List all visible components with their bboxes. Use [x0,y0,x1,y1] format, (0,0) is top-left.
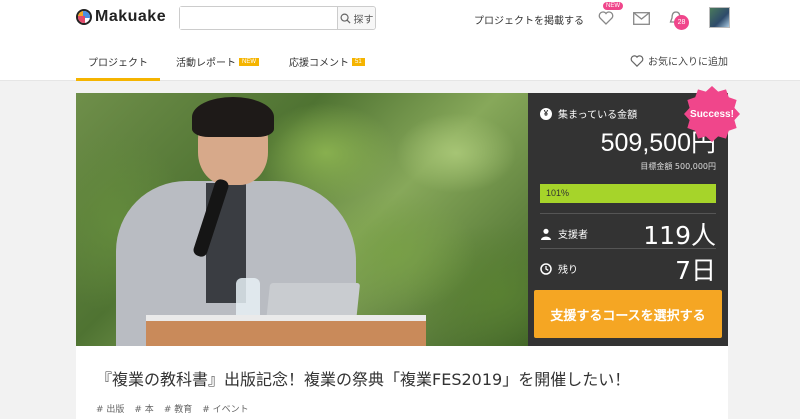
supporters-label: 支援者 [558,230,588,241]
notification-count-badge: 28 [674,15,689,30]
tag-link[interactable]: # 教育 [164,402,192,415]
select-course-button[interactable]: 支援するコースを選択する [534,290,722,338]
search-icon [340,13,351,24]
search-box: 探す [179,6,376,30]
tab-activity-report-new-tag: NEW [239,57,259,66]
tag-link[interactable]: # 本 [134,402,153,415]
yen-icon: ¥ [540,107,552,120]
raised-label-row: ¥ 集まっている金額 [540,106,637,121]
wishlist-new-badge: NEW [603,2,623,10]
heart-outline-icon [630,54,644,67]
clock-icon [540,262,552,275]
logo-text: Makuake [95,8,167,25]
supporters-count: 119人 [643,221,716,250]
project-main-image[interactable] [76,93,528,346]
search-button[interactable]: 探す [337,7,375,29]
user-avatar[interactable] [709,7,730,28]
tag-link[interactable]: # 出版 [96,402,124,415]
progress-bar: 101% [540,184,716,203]
tab-project[interactable]: プロジェクト [88,54,148,69]
divider [540,213,716,214]
tag-link[interactable]: # イベント [202,402,248,415]
supporters-label-row: 支援者 [540,226,588,241]
divider [540,248,716,249]
tab-activity-report[interactable]: 活動レポート NEW [176,54,259,69]
search-input[interactable] [180,7,337,29]
search-button-label: 探す [353,14,374,26]
logo-mark-icon [76,9,92,25]
add-favorite-button[interactable]: お気に入りに追加 [630,53,728,68]
person-icon [541,228,551,240]
speaker-hair [192,97,274,137]
raised-label: 集まっている金額 [558,110,638,121]
remaining-label: 残り [558,265,578,276]
mail-icon [632,11,650,25]
post-project-link[interactable]: プロジェクトを掲載する [474,12,584,27]
project-title: 『複業の教科書』出版記念！複業の祭典「複業FES2019」を開催したい！ [96,370,631,389]
goal-amount: 目標金額 500,000円 [640,162,716,171]
wishlist-button[interactable] [596,9,616,27]
tab-activity-report-label: 活動レポート [176,58,236,69]
top-header: Makuake 探す プロジェクトを掲載する NEW 28 [0,0,800,37]
tab-support-comments[interactable]: 応援コメント 51 [289,54,365,69]
progress-percent: 101% [546,188,570,198]
tab-support-comments-label: 応援コメント [289,58,349,69]
tab-project-label: プロジェクト [88,58,148,69]
podium [146,321,426,346]
messages-button[interactable] [631,9,651,27]
heart-icon [598,11,614,25]
project-tags: # 出版 # 本 # 教育 # イベント [96,402,249,415]
remaining-label-row: 残り [540,261,578,276]
tab-support-comments-count: 51 [352,57,365,66]
add-favorite-label: お気に入りに追加 [648,57,728,68]
makuake-logo[interactable]: Makuake [76,8,166,26]
project-title-area: 『複業の教科書』出版記念！複業の祭典「複業FES2019」を開催したい！ # 出… [76,346,728,419]
remaining-days: 7日 [675,256,716,285]
